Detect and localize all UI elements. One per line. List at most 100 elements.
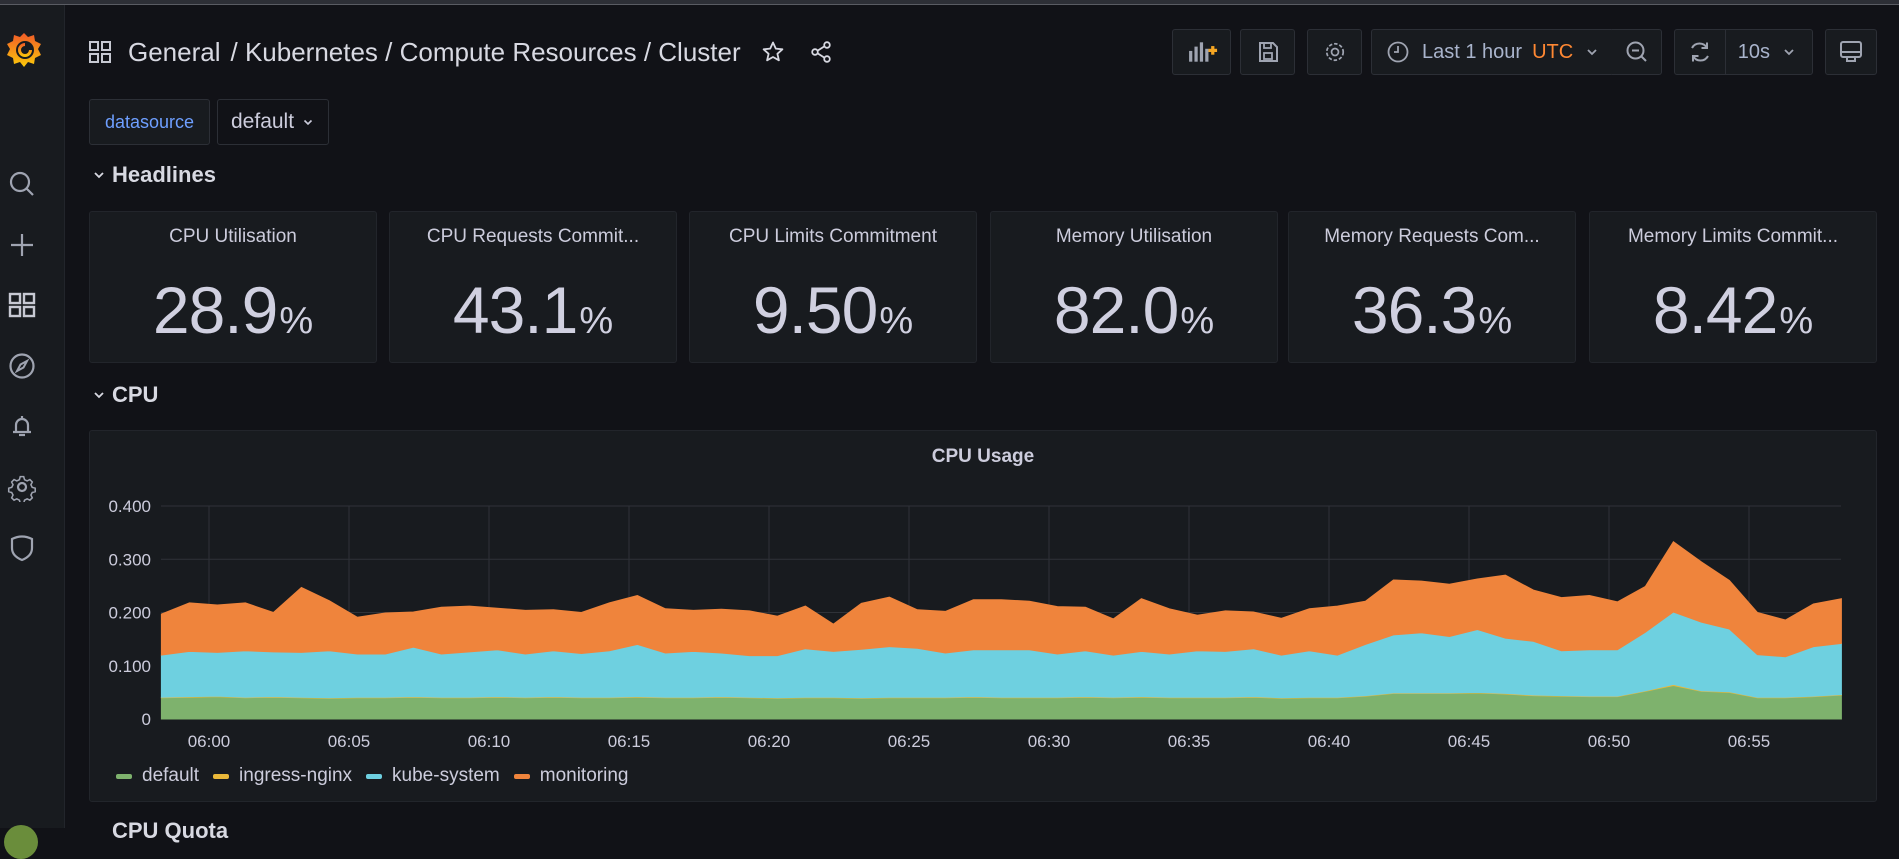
refresh-interval-label: 10s <box>1737 40 1770 63</box>
refresh-picker[interactable]: 10s <box>1674 29 1813 75</box>
breadcrumb-folder[interactable]: General <box>128 37 221 68</box>
stat-unit: % <box>279 300 314 342</box>
legend-swatch <box>513 773 530 779</box>
chevron-down-icon <box>1784 49 1794 56</box>
share-icon[interactable] <box>807 38 835 66</box>
save-dashboard-button[interactable] <box>1240 29 1295 75</box>
star-icon[interactable] <box>759 38 787 66</box>
legend-label: kube-system <box>392 765 500 786</box>
x-tick-label: 06:10 <box>468 732 511 751</box>
time-picker[interactable]: Last 1 hour UTC <box>1371 29 1614 75</box>
stat-unit: % <box>1180 300 1215 342</box>
stat-unit: % <box>579 300 614 342</box>
stat-title: Memory Utilisation <box>1055 226 1213 247</box>
shield-icon[interactable] <box>5 530 39 564</box>
stat-panel-memory-utilisation[interactable]: Memory Utilisation 82.0% <box>990 211 1278 363</box>
stat-unit: % <box>1779 300 1814 342</box>
gear-icon <box>1325 42 1344 62</box>
stat-panel-cpu-utilisation[interactable]: CPU Utilisation 28.9% <box>89 211 377 363</box>
legend-label: ingress-nginx <box>239 765 353 786</box>
stat-value: 43.1 <box>452 273 578 347</box>
alert-bell-icon[interactable] <box>5 409 39 443</box>
x-tick-label: 06:15 <box>608 732 651 751</box>
x-tick-label: 06:50 <box>1588 732 1631 751</box>
dashboard-settings-button[interactable] <box>1307 29 1362 75</box>
refresh-button[interactable] <box>1675 30 1725 74</box>
gear-icon[interactable] <box>5 470 39 504</box>
stat-title: CPU Requests Commit... <box>426 226 640 247</box>
timezone-label: UTC <box>1532 40 1574 63</box>
y-tick-label: 0.400 <box>108 497 151 516</box>
datasource-variable-value: default <box>231 110 295 133</box>
dashboards-icon[interactable] <box>5 288 39 322</box>
stat-title: Memory Requests Com... <box>1324 226 1540 247</box>
legend-swatch <box>213 773 230 779</box>
y-tick-label: 0.300 <box>108 550 151 569</box>
stat-panel-memory-limits[interactable]: Memory Limits Commit... 8.42% <box>1589 211 1877 363</box>
stat-panel-cpu-limits[interactable]: CPU Limits Commitment 9.50% <box>689 211 977 363</box>
cpu-usage-panel[interactable]: CPU Usage 0 0.100 0.200 0.300 0.400 06:00 06:0… <box>89 430 1877 802</box>
chevron-down-icon <box>303 119 313 126</box>
time-range-button[interactable]: Last 1 hour UTC <box>1372 30 1611 74</box>
row-cpu-quota[interactable]: CPU Quota <box>112 818 228 844</box>
stat-value: 36.3 <box>1351 273 1477 347</box>
breadcrumb: General / Kubernetes / Compute Resources… <box>88 28 835 76</box>
stat-unit: % <box>879 300 914 342</box>
add-panel-button[interactable] <box>1172 29 1231 75</box>
x-tick-label: 06:45 <box>1448 732 1491 751</box>
clock-icon <box>1387 41 1409 63</box>
explore-compass-icon[interactable] <box>5 349 39 383</box>
legend-label: default <box>142 765 200 786</box>
legend-item-kube-system[interactable]: kube-system <box>366 765 500 787</box>
stat-value: 9.50 <box>752 273 878 347</box>
legend-item-ingress-nginx[interactable]: ingress-nginx <box>213 765 352 787</box>
x-tick-label: 06:20 <box>748 732 791 751</box>
chevron-down-icon <box>1587 49 1597 56</box>
stat-panel-cpu-requests[interactable]: CPU Requests Commit... 43.1% <box>389 211 677 363</box>
stat-panel-memory-requests[interactable]: Memory Requests Com... 36.3% <box>1288 211 1576 363</box>
x-tick-label: 06:05 <box>328 732 371 751</box>
x-tick-label: 06:30 <box>1028 732 1071 751</box>
zoom-out-icon <box>1626 41 1647 62</box>
time-range-label: Last 1 hour <box>1422 40 1523 63</box>
y-tick-label: 0 <box>142 710 151 729</box>
grafana-logo-icon[interactable] <box>4 29 44 73</box>
row-title-text: Headlines <box>112 162 216 187</box>
search-icon[interactable] <box>5 167 39 201</box>
user-avatar[interactable] <box>4 825 38 859</box>
tv-mode-button[interactable] <box>1825 29 1877 75</box>
sidebar-nav <box>0 5 65 859</box>
x-tick-label: 06:55 <box>1728 732 1771 751</box>
row-cpu[interactable]: CPU <box>92 382 158 408</box>
x-tick-label: 06:40 <box>1308 732 1351 751</box>
save-icon <box>1258 42 1278 62</box>
page-title[interactable]: / Kubernetes / Compute Resources / Clust… <box>231 37 741 68</box>
datasource-variable-select[interactable]: default <box>217 99 329 145</box>
legend-swatch <box>366 773 383 779</box>
refresh-interval-select[interactable]: 10s <box>1726 30 1812 74</box>
row-title-text: CPU <box>112 382 159 407</box>
stat-value: 82.0 <box>1053 273 1179 347</box>
refresh-icon <box>1691 42 1709 62</box>
x-tick-label: 06:35 <box>1168 732 1211 751</box>
legend-item-default[interactable]: default <box>116 765 199 787</box>
stat-title: CPU Utilisation <box>169 226 297 247</box>
chevron-down-icon <box>94 392 104 399</box>
monitor-icon <box>1840 41 1862 62</box>
window-top-border <box>0 0 1899 5</box>
cpu-usage-chart: 0 0.100 0.200 0.300 0.400 06:00 06:05 06:10 06:1… <box>108 497 1842 751</box>
legend-item-monitoring[interactable]: monitoring <box>513 765 628 787</box>
y-tick-label: 0.100 <box>108 657 151 676</box>
datasource-variable-label: datasource <box>89 99 210 145</box>
zoom-out-button[interactable] <box>1612 29 1662 75</box>
row-headlines[interactable]: Headlines <box>92 162 216 188</box>
stat-title: Memory Limits Commit... <box>1627 226 1839 247</box>
chevron-down-icon <box>94 172 104 179</box>
y-tick-label: 0.200 <box>108 604 151 623</box>
stat-value: 8.42 <box>1652 273 1778 347</box>
stat-value: 28.9 <box>152 273 278 347</box>
dashboards-icon <box>88 39 114 65</box>
chart-legend: default ingress-nginx kube-system monitorin… <box>116 765 628 787</box>
plus-icon[interactable] <box>5 228 39 262</box>
x-tick-label: 06:00 <box>188 732 231 751</box>
